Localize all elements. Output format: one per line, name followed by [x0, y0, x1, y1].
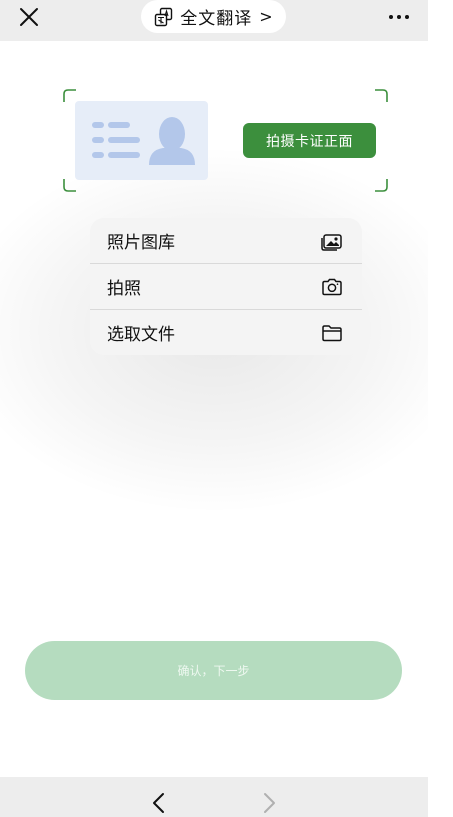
- more-icon[interactable]: [386, 8, 412, 26]
- confirm-next-button[interactable]: 确认，下一步: [25, 641, 402, 700]
- bottom-nav-bar: [0, 777, 428, 817]
- camera-icon: [322, 278, 342, 296]
- translate-icon: [155, 7, 173, 26]
- top-bar: 全文翻译 >: [0, 0, 428, 41]
- source-menu: 照片图库 拍照 选取文件: [90, 218, 362, 355]
- page-title: 全文翻译: [180, 9, 253, 29]
- chevron-left-icon[interactable]: [150, 792, 168, 814]
- capture-front-button[interactable]: 拍摄卡证正面: [243, 123, 376, 158]
- close-icon[interactable]: [18, 6, 40, 28]
- menu-item-photo-library[interactable]: 照片图库: [90, 218, 362, 263]
- page: 全文翻译 > 拍摄卡证正面 照片图库 拍照 选取文件 确认，下一步: [0, 0, 428, 817]
- folder-icon: [322, 325, 342, 342]
- menu-item-label: 照片图库: [107, 233, 175, 253]
- menu-item-label: 拍照: [107, 279, 141, 299]
- menu-item-label: 选取文件: [107, 325, 175, 345]
- id-card-illustration: [75, 101, 208, 180]
- chevron-right-icon[interactable]: [260, 792, 278, 814]
- menu-item-choose-file[interactable]: 选取文件: [90, 310, 362, 355]
- id-card-icon: [92, 117, 195, 165]
- title-pill[interactable]: 全文翻译 >: [141, 0, 286, 33]
- photo-library-icon: [321, 234, 342, 251]
- title-chevron: >: [259, 7, 273, 26]
- menu-item-take-photo[interactable]: 拍照: [90, 264, 362, 309]
